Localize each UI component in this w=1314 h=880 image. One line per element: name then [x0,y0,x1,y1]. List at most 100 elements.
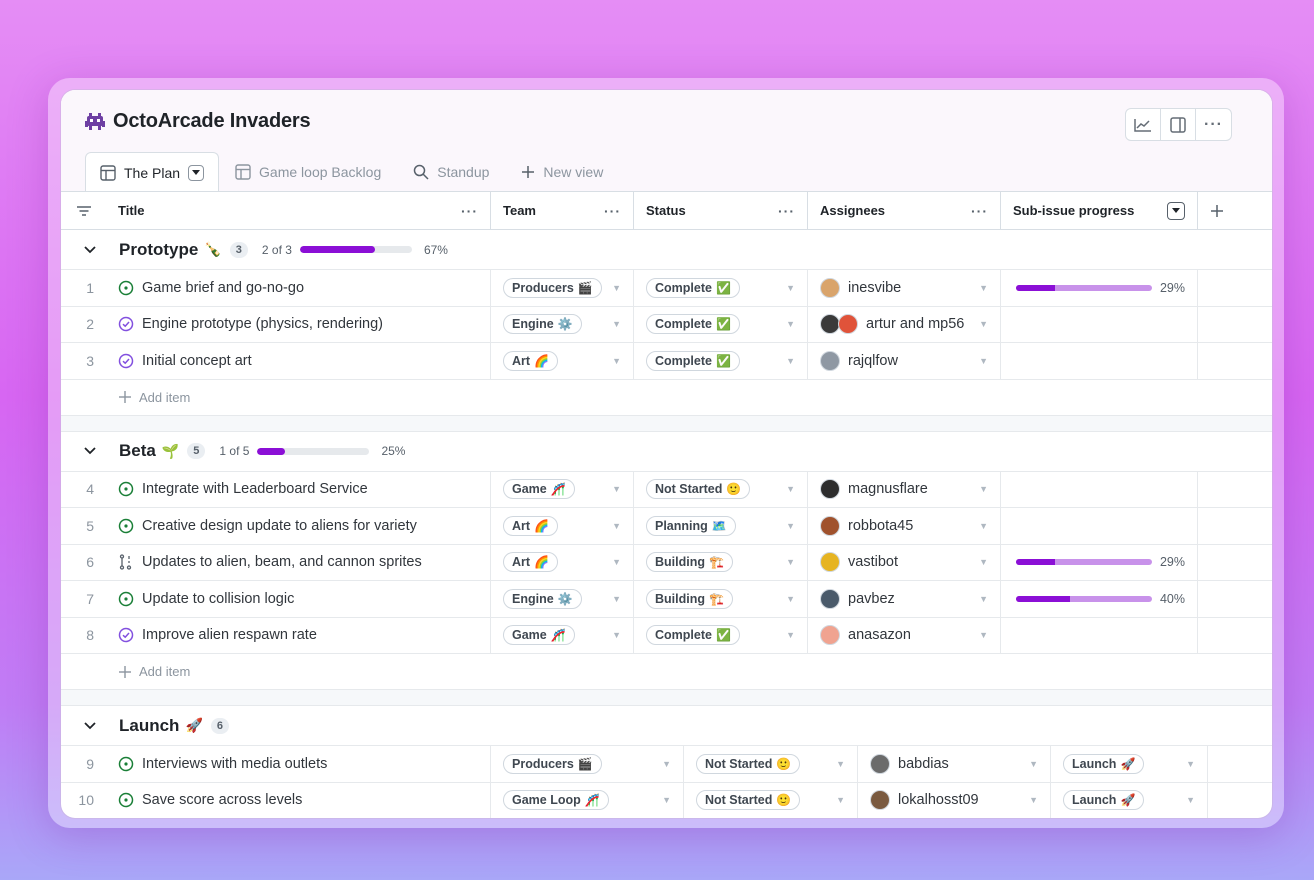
chevron-down-icon[interactable]: ▼ [836,759,845,769]
chevron-down-icon[interactable] [61,721,119,730]
column-team[interactable]: Team ··· [491,192,634,229]
assignee[interactable]: robbota45 [820,515,913,536]
chevron-down-icon[interactable]: ▼ [612,356,621,366]
item-title[interactable]: Engine prototype (physics, rendering) [142,316,383,332]
assignee[interactable]: lokalhosst09 [870,790,979,811]
item-title[interactable]: Improve alien respawn rate [142,627,317,643]
column-menu-icon[interactable]: ··· [778,203,795,219]
team-field[interactable]: Producers 🎬 ▼ [491,270,634,306]
team-field-pill[interactable]: Producers 🎬 [503,277,602,298]
group-header-beta[interactable]: Beta 🌱 5 1 of 5 25% [61,432,1272,472]
assignees-field[interactable]: magnusflare ▼ [808,471,1001,507]
status-field[interactable]: Complete ✅ ▼ [634,343,808,379]
team-field[interactable]: Art 🌈 ▼ [491,508,634,544]
add-item-button[interactable]: Add item [61,380,1272,416]
team-field[interactable]: Art 🌈 ▼ [491,343,634,379]
assignee[interactable]: inesvibe [820,277,901,298]
chevron-down-icon[interactable]: ▼ [979,484,988,494]
status-field-pill[interactable]: Building 🏗️ [646,588,733,609]
item-title[interactable]: Integrate with Leaderboard Service [142,481,368,497]
status-field[interactable]: Not Started 🙂 ▼ [684,782,858,818]
assignees-field[interactable]: pavbez ▼ [808,581,1001,617]
item-title[interactable]: Save score across levels [142,792,302,808]
chevron-down-icon[interactable]: ▼ [612,319,621,329]
more-options-button[interactable]: ··· [1196,109,1231,140]
insights-button[interactable] [1126,109,1161,140]
chevron-down-icon[interactable]: ▼ [786,594,795,604]
team-field[interactable]: Engine ⚙️ ▼ [491,306,634,342]
tab-menu-caret-icon[interactable] [188,164,205,181]
assignees-field[interactable]: inesvibe ▼ [808,270,1001,306]
status-field-pill[interactable]: Building 🏗️ [646,552,733,573]
assignees-field[interactable]: babdias ▼ [858,746,1051,782]
team-field[interactable]: Engine ⚙️ ▼ [491,581,634,617]
column-dropdown-caret-icon[interactable] [1167,201,1185,220]
chevron-down-icon[interactable]: ▼ [1186,759,1195,769]
assignees-field[interactable]: robbota45 ▼ [808,508,1001,544]
assignee[interactable]: artur and mp56 [820,314,964,335]
column-sub-issue-progress[interactable]: Sub-issue progress [1001,192,1198,229]
table-row[interactable]: 4 Integrate with Leaderboard Service Game 🎢… [61,471,1272,508]
status-field[interactable]: Building 🏗️ ▼ [634,544,808,580]
chevron-down-icon[interactable]: ▼ [612,557,621,567]
status-field[interactable]: Complete ✅ ▼ [634,617,808,653]
status-field-pill[interactable]: Planning 🗺️ [646,515,736,536]
team-field[interactable]: Art 🌈 ▼ [491,544,634,580]
column-status[interactable]: Status ··· [634,192,808,229]
chevron-down-icon[interactable]: ▼ [786,484,795,494]
assignees-field[interactable]: anasazon ▼ [808,617,1001,653]
milestone-field-pill[interactable]: Launch 🚀 [1063,790,1145,811]
status-field[interactable]: Building 🏗️ ▼ [634,581,808,617]
filter-options-button[interactable] [61,192,106,229]
assignees-field[interactable]: rajqlfow ▼ [808,343,1001,379]
chevron-down-icon[interactable]: ▼ [612,484,621,494]
item-title-cell[interactable]: Engine prototype (physics, rendering) [106,306,491,342]
chevron-down-icon[interactable] [61,245,119,254]
milestone-field[interactable]: Launch 🚀 ▼ [1051,746,1208,782]
assignee[interactable]: rajqlfow [820,350,898,371]
chevron-down-icon[interactable]: ▼ [612,630,621,640]
status-field[interactable]: Not Started 🙂 ▼ [684,746,858,782]
column-menu-icon[interactable]: ··· [971,203,988,219]
team-field[interactable]: Game 🎢 ▼ [491,617,634,653]
team-field-pill[interactable]: Art 🌈 [503,552,559,573]
chevron-down-icon[interactable]: ▼ [979,594,988,604]
assignees-field[interactable]: artur and mp56 ▼ [808,306,1001,342]
tab-the-plan[interactable]: The Plan [85,152,220,192]
team-field-pill[interactable]: Game 🎢 [503,479,575,500]
chevron-down-icon[interactable]: ▼ [786,557,795,567]
chevron-down-icon[interactable]: ▼ [1029,759,1038,769]
add-item-button[interactable]: Add item [61,654,1272,690]
table-row[interactable]: 6 Updates to alien, beam, and cannon spri… [61,544,1272,581]
item-title-cell[interactable]: Creative design update to aliens for var… [106,508,491,544]
assignee[interactable]: pavbez [820,588,895,609]
table-row[interactable]: 10 Save score across levels Game Loop 🎢 ▼ Not… [61,782,1272,818]
table-row[interactable]: 3 Initial concept art Art 🌈 ▼ Complete ✅ ▼ rajql… [61,343,1272,380]
new-view-button[interactable]: New view [505,152,619,192]
group-header-launch[interactable]: Launch 🚀 6 [61,706,1272,746]
milestone-field[interactable]: Launch 🚀 ▼ [1051,782,1208,818]
chevron-down-icon[interactable]: ▼ [786,319,795,329]
chevron-down-icon[interactable]: ▼ [612,521,621,531]
column-menu-icon[interactable]: ··· [604,203,621,219]
team-field-pill[interactable]: Game Loop 🎢 [503,790,609,811]
add-field-button[interactable] [1198,192,1272,229]
assignees-field[interactable]: vastibot ▼ [808,544,1001,580]
chevron-down-icon[interactable]: ▼ [786,283,795,293]
item-title-cell[interactable]: Interviews with media outlets [106,746,491,782]
item-title-cell[interactable]: Updates to alien, beam, and cannon sprit… [106,544,491,580]
item-title-cell[interactable]: Improve alien respawn rate [106,617,491,653]
status-field-pill[interactable]: Complete ✅ [646,625,740,646]
item-title-cell[interactable]: Update to collision logic [106,581,491,617]
assignee[interactable]: magnusflare [820,479,928,500]
column-assignees[interactable]: Assignees ··· [808,192,1001,229]
status-field-pill[interactable]: Complete ✅ [646,277,740,298]
chevron-down-icon[interactable]: ▼ [786,356,795,366]
assignee[interactable]: anasazon [820,625,911,646]
chevron-down-icon[interactable]: ▼ [836,795,845,805]
status-field[interactable]: Not Started 🙂 ▼ [634,471,808,507]
status-field-pill[interactable]: Not Started 🙂 [646,479,751,500]
chevron-down-icon[interactable]: ▼ [979,630,988,640]
side-panel-button[interactable] [1161,109,1196,140]
assignee[interactable]: babdias [870,753,949,774]
